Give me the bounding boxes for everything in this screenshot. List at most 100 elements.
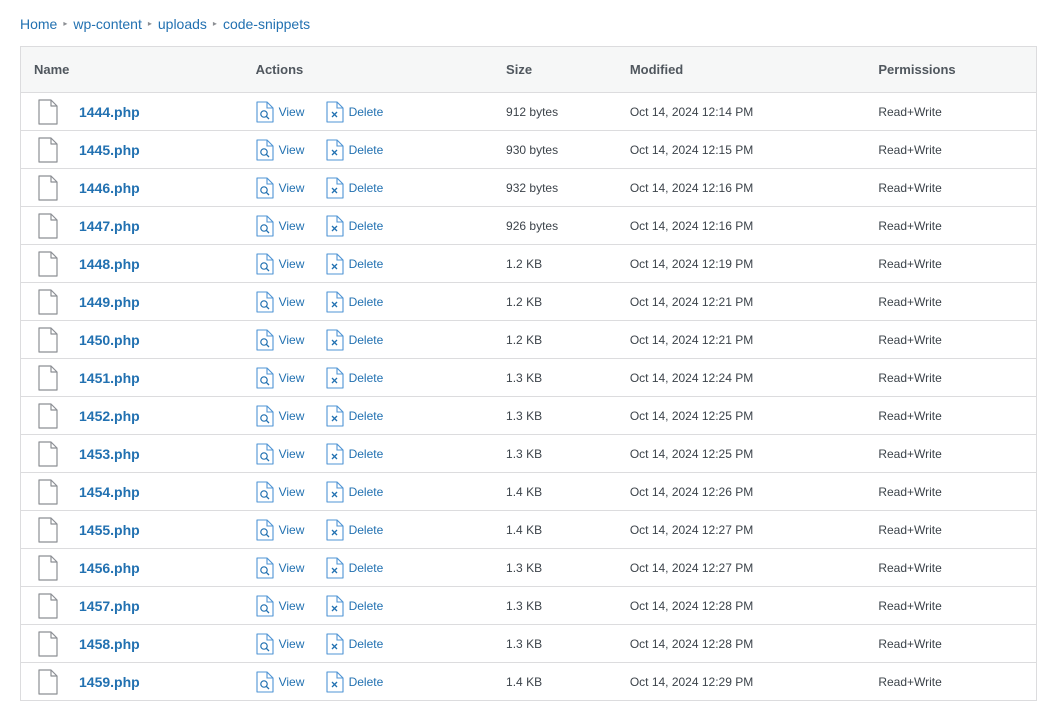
modified-cell: Oct 14, 2024 12:24 PM xyxy=(629,370,754,385)
delete-button[interactable]: Delete xyxy=(326,404,383,427)
delete-button[interactable]: Delete xyxy=(326,480,383,503)
delete-label: Delete xyxy=(348,180,384,195)
delete-label: Delete xyxy=(348,446,384,461)
modified-cell: Oct 14, 2024 12:28 PM xyxy=(629,636,754,651)
file-name-link[interactable]: 1446.php xyxy=(79,180,140,196)
name-cell: 1444.php xyxy=(21,98,243,125)
delete-label: Delete xyxy=(348,598,384,613)
file-name-link[interactable]: 1450.php xyxy=(79,332,140,348)
size-cell: 1.2 KB xyxy=(506,256,543,271)
breadcrumb-uploads[interactable]: uploads xyxy=(158,14,207,34)
size-cell: 1.4 KB xyxy=(506,522,543,537)
view-button[interactable]: View xyxy=(256,518,326,541)
file-name-link[interactable]: 1448.php xyxy=(79,256,140,272)
view-button[interactable]: View xyxy=(256,290,326,313)
file-name-link[interactable]: 1444.php xyxy=(79,104,140,120)
file-name-link[interactable]: 1445.php xyxy=(79,142,140,158)
view-button[interactable]: View xyxy=(256,556,326,579)
view-file-icon xyxy=(256,480,274,503)
view-label: View xyxy=(278,370,305,385)
view-label: View xyxy=(278,180,305,195)
file-name-link[interactable]: 1459.php xyxy=(79,674,140,690)
table-row: 1457.php View Delete 1.3 KB Oct 14, 2024… xyxy=(21,587,1036,625)
delete-file-icon xyxy=(326,632,344,655)
name-cell: 1446.php xyxy=(21,174,243,201)
actions-cell: View Delete xyxy=(243,594,506,617)
view-label: View xyxy=(278,484,305,499)
view-file-icon xyxy=(256,366,274,389)
file-name-link[interactable]: 1454.php xyxy=(79,484,140,500)
actions-cell: View Delete xyxy=(243,670,506,693)
delete-button[interactable]: Delete xyxy=(326,518,383,541)
view-button[interactable]: View xyxy=(256,594,326,617)
delete-label: Delete xyxy=(348,294,384,309)
file-name-link[interactable]: 1453.php xyxy=(79,446,140,462)
delete-file-icon xyxy=(326,214,344,237)
column-header-permissions[interactable]: Permissions xyxy=(864,62,1036,77)
table-row: 1454.php View Delete 1.4 KB Oct 14, 2024… xyxy=(21,473,1036,511)
view-button[interactable]: View xyxy=(256,632,326,655)
view-button[interactable]: View xyxy=(256,138,326,161)
column-header-size[interactable]: Size xyxy=(506,62,616,77)
delete-button[interactable]: Delete xyxy=(326,594,384,617)
file-icon xyxy=(38,516,58,543)
view-button[interactable]: View xyxy=(256,176,326,199)
file-name-link[interactable]: 1456.php xyxy=(79,560,140,576)
breadcrumb-code-snippets[interactable]: code-snippets xyxy=(223,14,310,34)
delete-button[interactable]: Delete xyxy=(326,328,383,351)
modified-cell: Oct 14, 2024 12:15 PM xyxy=(629,142,754,157)
permissions-cell: Read+Write xyxy=(878,294,942,309)
modified-cell: Oct 14, 2024 12:25 PM xyxy=(629,446,754,461)
view-file-icon xyxy=(256,214,274,237)
file-name-link[interactable]: 1449.php xyxy=(79,294,140,310)
breadcrumb-home[interactable]: Home xyxy=(20,14,57,34)
delete-button[interactable]: Delete xyxy=(326,670,383,693)
delete-button[interactable]: Delete xyxy=(326,632,383,655)
delete-button[interactable]: Delete xyxy=(326,366,383,389)
view-button[interactable]: View xyxy=(256,100,326,123)
delete-button[interactable]: Delete xyxy=(326,290,384,313)
file-name-link[interactable]: 1458.php xyxy=(79,636,140,652)
delete-button[interactable]: Delete xyxy=(326,442,384,465)
view-label: View xyxy=(278,104,305,119)
view-button[interactable]: View xyxy=(256,442,326,465)
file-icon xyxy=(38,440,58,467)
column-header-modified[interactable]: Modified xyxy=(616,62,865,77)
file-name-link[interactable]: 1455.php xyxy=(79,522,140,538)
breadcrumb-separator-icon: ▸ xyxy=(147,19,152,28)
modified-cell: Oct 14, 2024 12:26 PM xyxy=(629,484,754,499)
delete-file-icon xyxy=(326,404,344,427)
actions-cell: View Delete xyxy=(243,404,506,427)
table-row: 1453.php View Delete 1.3 KB Oct 14, 2024… xyxy=(21,435,1036,473)
file-name-link[interactable]: 1457.php xyxy=(79,598,140,614)
delete-file-icon xyxy=(326,176,344,199)
delete-label: Delete xyxy=(348,104,384,119)
view-button[interactable]: View xyxy=(256,404,326,427)
name-cell: 1451.php xyxy=(21,364,243,391)
column-header-name[interactable]: Name xyxy=(21,62,243,77)
view-button[interactable]: View xyxy=(256,252,326,275)
delete-button[interactable]: Delete xyxy=(326,556,383,579)
modified-cell: Oct 14, 2024 12:19 PM xyxy=(629,256,754,271)
breadcrumb-wp-content[interactable]: wp-content xyxy=(73,14,141,34)
view-file-icon xyxy=(256,290,274,313)
delete-file-icon xyxy=(326,252,344,275)
permissions-cell: Read+Write xyxy=(878,370,942,385)
delete-button[interactable]: Delete xyxy=(326,214,383,237)
file-name-link[interactable]: 1447.php xyxy=(79,218,140,234)
delete-file-icon xyxy=(326,670,344,693)
delete-button[interactable]: Delete xyxy=(326,138,383,161)
delete-button[interactable]: Delete xyxy=(326,100,384,123)
name-cell: 1459.php xyxy=(21,668,243,695)
file-name-link[interactable]: 1451.php xyxy=(79,370,140,386)
view-button[interactable]: View xyxy=(256,366,326,389)
view-button[interactable]: View xyxy=(256,328,326,351)
delete-button[interactable]: Delete xyxy=(326,176,384,199)
modified-cell: Oct 14, 2024 12:16 PM xyxy=(629,218,754,233)
file-name-link[interactable]: 1452.php xyxy=(79,408,140,424)
delete-button[interactable]: Delete xyxy=(326,252,383,275)
view-button[interactable]: View xyxy=(256,670,326,693)
view-button[interactable]: View xyxy=(256,214,326,237)
permissions-cell: Read+Write xyxy=(878,104,942,119)
view-button[interactable]: View xyxy=(256,480,326,503)
